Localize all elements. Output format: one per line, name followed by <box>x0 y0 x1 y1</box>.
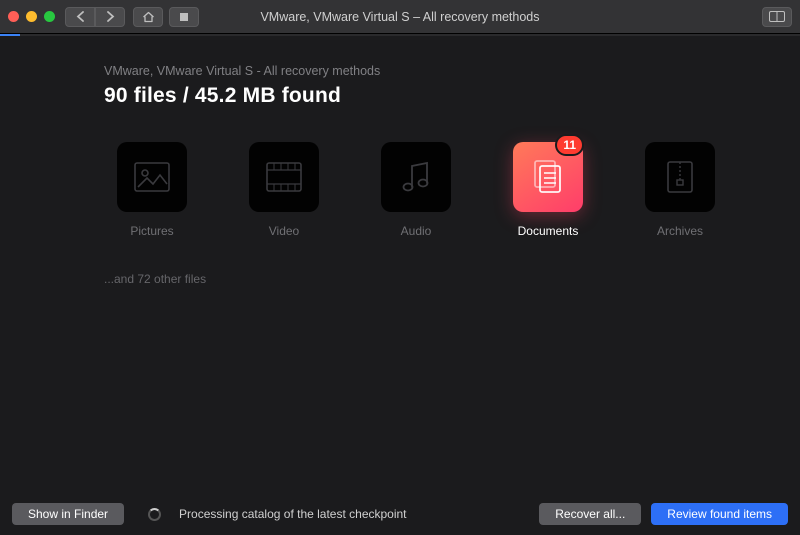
maximize-window-button[interactable] <box>44 11 55 22</box>
show-in-finder-button[interactable]: Show in Finder <box>12 503 124 525</box>
footer: Show in Finder Processing catalog of the… <box>0 493 800 535</box>
home-icon <box>142 11 155 23</box>
main-content: VMware, VMware Virtual S - All recovery … <box>0 36 800 286</box>
tile-label: Audio <box>401 224 432 238</box>
status-text: Processing catalog of the latest checkpo… <box>179 507 529 521</box>
traffic-lights <box>8 11 55 22</box>
category-tile-video[interactable]: Video <box>236 142 332 238</box>
image-icon <box>134 162 170 192</box>
tile-label: Video <box>269 224 299 238</box>
category-tile-pictures[interactable]: Pictures <box>104 142 200 238</box>
tile-label: Pictures <box>130 224 173 238</box>
spinner-icon <box>148 508 161 521</box>
results-headline: 90 files / 45.2 MB found <box>104 84 760 108</box>
film-icon <box>266 162 302 192</box>
badge-count: 11 <box>555 134 584 156</box>
document-icon <box>531 159 565 195</box>
breadcrumb: VMware, VMware Virtual S - All recovery … <box>104 64 760 78</box>
columns-icon <box>769 11 785 22</box>
other-files-note: ...and 72 other files <box>104 272 760 286</box>
forward-button[interactable] <box>95 7 125 27</box>
home-button[interactable] <box>133 7 163 27</box>
archive-icon <box>666 160 694 194</box>
music-icon <box>401 160 431 194</box>
titlebar: VMware, VMware Virtual S – All recovery … <box>0 0 800 34</box>
review-found-items-button[interactable]: Review found items <box>651 503 788 525</box>
category-tile-documents[interactable]: 11 Documents <box>500 142 596 238</box>
category-tile-audio[interactable]: Audio <box>368 142 464 238</box>
view-toggle-button[interactable] <box>762 7 792 27</box>
stop-button[interactable] <box>169 7 199 27</box>
stop-icon <box>179 12 189 22</box>
minimize-window-button[interactable] <box>26 11 37 22</box>
chevron-left-icon <box>76 11 85 22</box>
recover-all-button[interactable]: Recover all... <box>539 503 641 525</box>
close-window-button[interactable] <box>8 11 19 22</box>
toolbar-buttons <box>133 7 199 27</box>
tile-label: Documents <box>518 224 579 238</box>
nav-buttons <box>65 7 125 27</box>
back-button[interactable] <box>65 7 95 27</box>
tile-label: Archives <box>657 224 703 238</box>
category-tile-archives[interactable]: Archives <box>632 142 728 238</box>
category-tiles: Pictures Video <box>104 142 760 238</box>
chevron-right-icon <box>106 11 115 22</box>
scan-progress-bar <box>0 34 800 36</box>
